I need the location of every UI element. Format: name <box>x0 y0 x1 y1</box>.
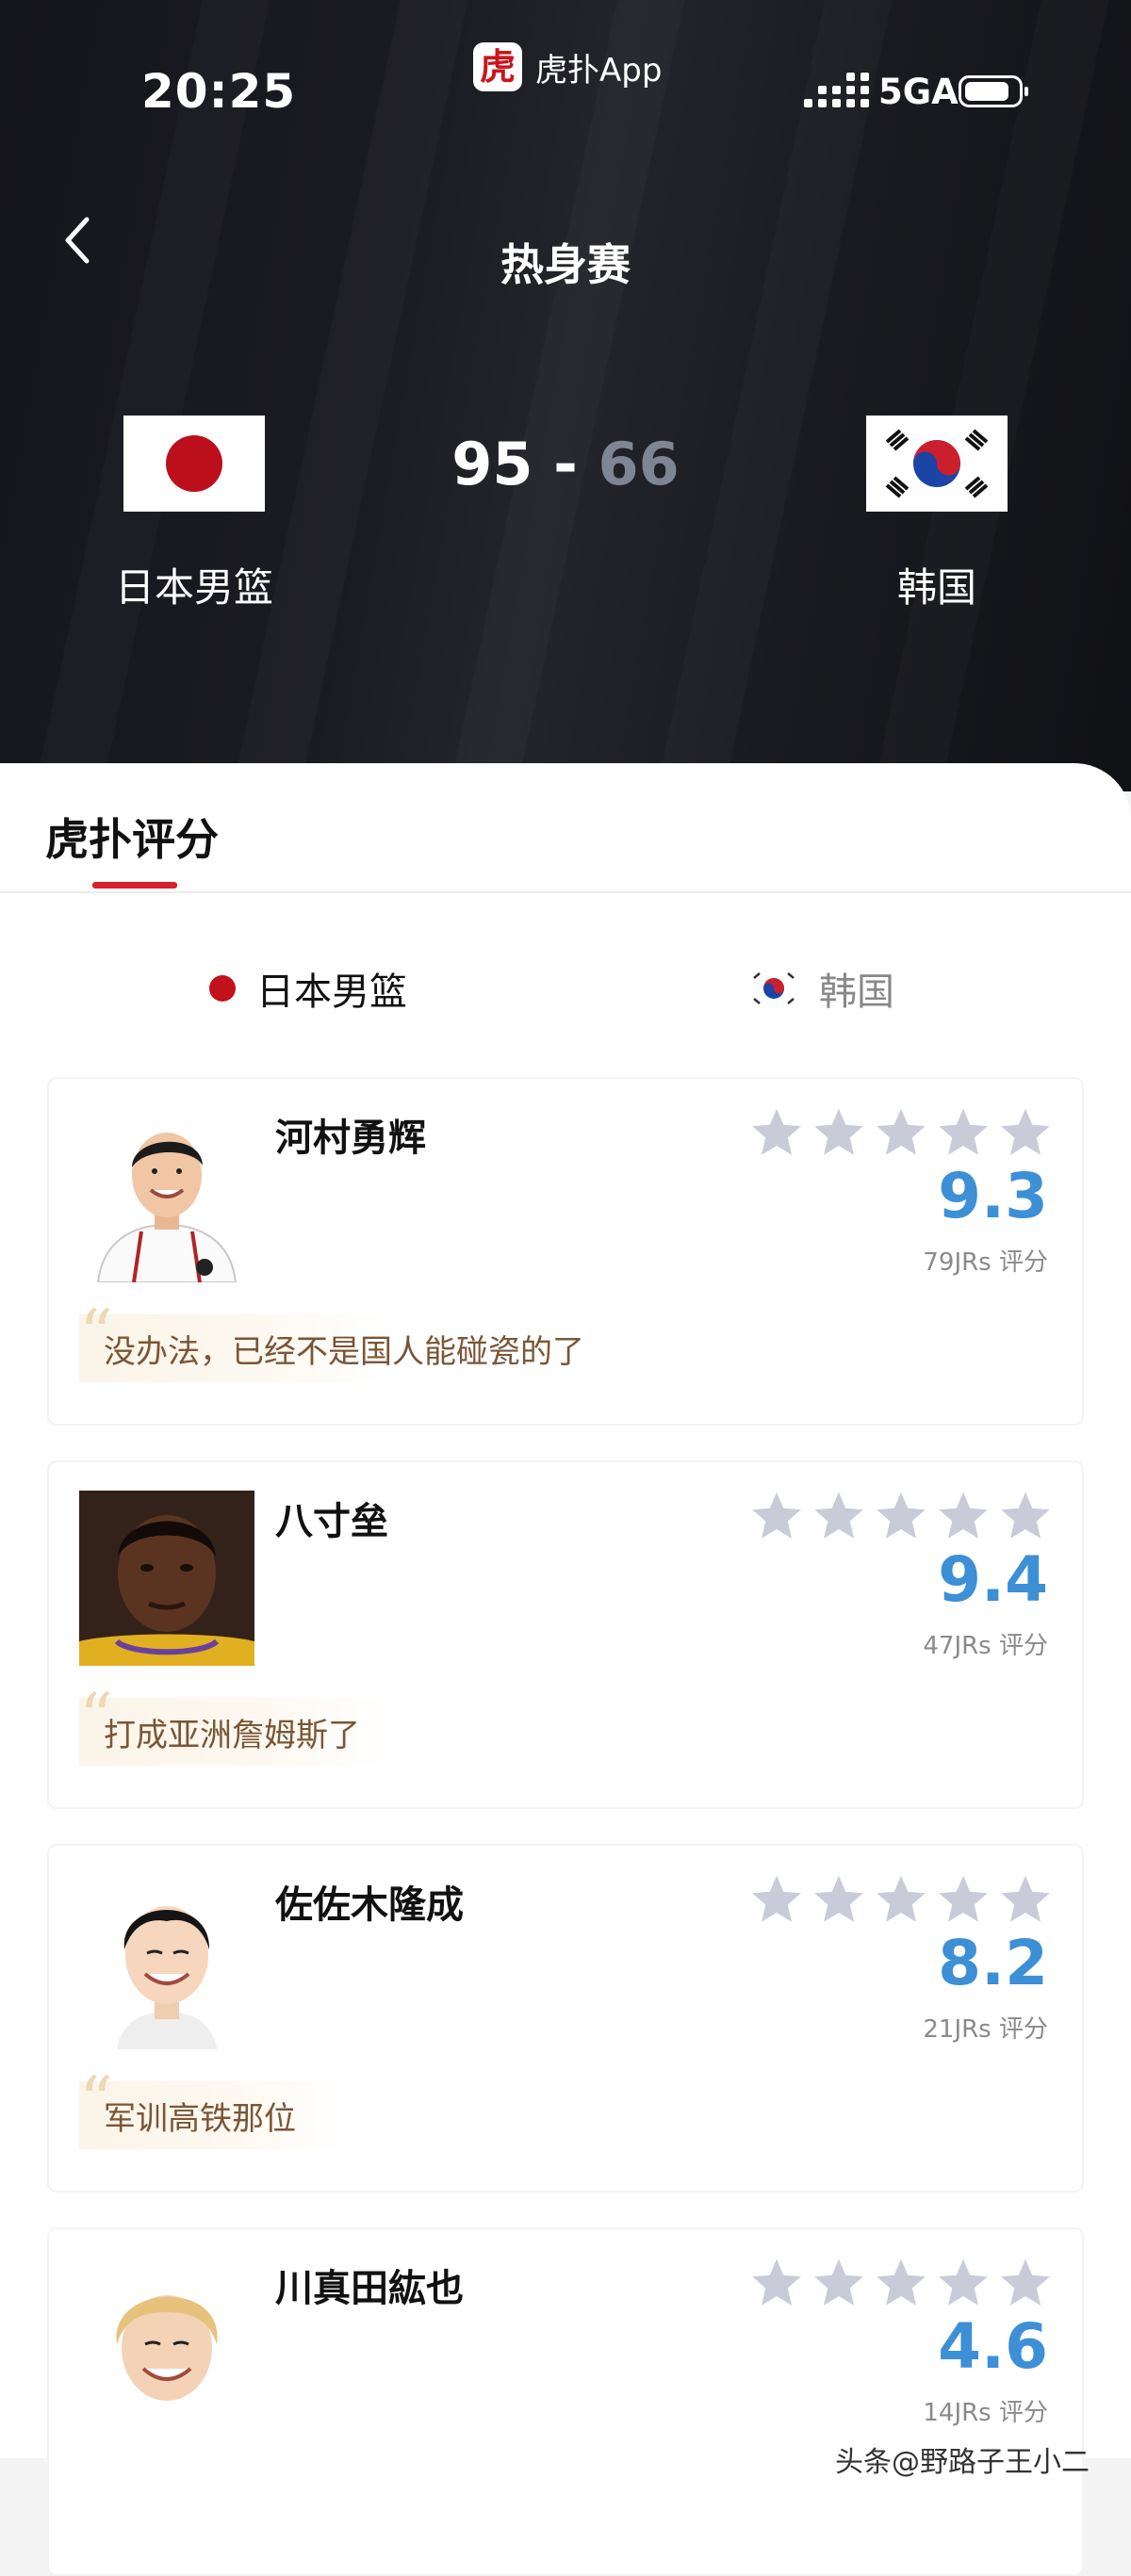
team-switch-away-label: 韩国 <box>819 970 894 1014</box>
top-comment[interactable]: “ 没办法，已经不是国人能碰瓷的了 <box>79 1301 584 1382</box>
star-icon[interactable] <box>873 1105 929 1162</box>
home-score: 95 <box>451 430 533 498</box>
rating-stars[interactable] <box>748 1489 1054 1545</box>
player-rating-card[interactable]: 佐佐木隆成 8.2 21JRs 评分 “ 军训高铁那位 <box>47 1844 1084 2193</box>
star-icon[interactable] <box>935 2256 992 2312</box>
header-decoration <box>204 0 484 791</box>
player-rating-votes: 14JRs 评分 <box>923 2399 1048 2427</box>
top-comment-text: 没办法，已经不是国人能碰瓷的了 <box>104 1333 584 1371</box>
top-comment-text: 打成亚洲詹姆斯了 <box>104 1717 360 1754</box>
star-icon[interactable] <box>997 1489 1054 1545</box>
player-avatar <box>79 2258 254 2433</box>
player-rating-votes: 79JRs 评分 <box>923 1248 1048 1277</box>
team-switch-home[interactable]: 日本男篮 <box>209 961 407 1016</box>
player-avatar <box>79 1491 254 1666</box>
rating-stars[interactable] <box>748 1105 1054 1162</box>
header-decoration <box>420 0 700 791</box>
top-comment-text: 军训高铁那位 <box>104 2100 296 2138</box>
star-icon[interactable] <box>873 1489 929 1545</box>
star-icon[interactable] <box>811 1489 867 1545</box>
star-icon[interactable] <box>935 1872 992 1929</box>
player-avatar <box>79 1107 254 1282</box>
player-rating-card[interactable]: 八寸垒 9.4 47JRs 评分 “ 打成亚洲詹姆斯了 <box>47 1460 1084 1809</box>
player-rating-score: 4.6 <box>938 2310 1048 2383</box>
star-icon[interactable] <box>873 2256 929 2312</box>
japan-dot-icon <box>209 975 236 1002</box>
network-label: 5GA <box>878 72 959 112</box>
star-icon[interactable] <box>748 1489 805 1545</box>
team-switch-away[interactable]: 韩国 <box>749 961 894 1016</box>
star-icon[interactable] <box>811 1105 867 1162</box>
top-comment[interactable]: “ 军训高铁那位 <box>79 2068 343 2149</box>
star-icon[interactable] <box>748 2256 805 2312</box>
star-icon[interactable] <box>997 2256 1054 2312</box>
player-rating-votes: 47JRs 评分 <box>923 1632 1048 1660</box>
player-rating-score: 9.3 <box>938 1160 1048 1232</box>
star-icon[interactable] <box>997 1872 1054 1929</box>
player-name: 河村勇辉 <box>275 1117 426 1160</box>
star-icon[interactable] <box>997 1105 1054 1162</box>
player-rating-score: 9.4 <box>938 1543 1048 1616</box>
tab-active-indicator <box>92 882 177 889</box>
star-icon[interactable] <box>748 1105 805 1162</box>
status-time: 20:25 <box>141 64 297 119</box>
battery-icon <box>959 75 1028 107</box>
star-icon[interactable] <box>748 1872 805 1929</box>
tab-hupu-rating[interactable]: 虎扑评分 <box>45 806 219 868</box>
match-header: 20:25 虎 虎扑App 5GA 热身赛 日本男篮 95 - 66 韩国 <box>0 0 1131 791</box>
star-icon[interactable] <box>935 1489 992 1545</box>
player-name: 川真田紘也 <box>275 2267 464 2310</box>
divider <box>0 891 1131 893</box>
header-decoration <box>844 0 1124 791</box>
player-rating-score: 8.2 <box>938 1927 1048 1999</box>
watermark: 头条@野路子王小二 <box>835 2446 1090 2479</box>
header-decoration <box>628 0 908 791</box>
rating-stars[interactable] <box>748 2256 1054 2312</box>
rating-stars[interactable] <box>748 1872 1054 1929</box>
top-comment[interactable]: “ 打成亚洲詹姆斯了 <box>79 1685 390 1766</box>
page-title: 热身赛 <box>500 239 631 290</box>
home-team-name: 日本男篮 <box>114 564 273 611</box>
player-avatar <box>79 1874 254 2049</box>
korea-dot-icon <box>753 972 795 1004</box>
star-icon[interactable] <box>873 1872 929 1929</box>
player-name: 八寸垒 <box>275 1500 388 1543</box>
star-icon[interactable] <box>811 1872 867 1929</box>
hupu-logo-icon: 虎 <box>473 42 522 91</box>
korea-flag-icon <box>866 416 1008 512</box>
player-rating-votes: 21JRs 评分 <box>923 2015 1048 2044</box>
signal-icon <box>804 73 869 107</box>
player-name: 佐佐木隆成 <box>275 1883 464 1927</box>
away-team-name: 韩国 <box>896 564 976 611</box>
away-score: 66 <box>598 430 680 498</box>
header-decoration <box>6 0 286 791</box>
player-rating-card[interactable]: 河村勇辉 9.3 79JRs 评分 “ 没办法，已经不是国人能碰瓷的了 <box>47 1077 1084 1426</box>
player-rating-card[interactable]: 川真田紘也 4.6 14JRs 评分 <box>47 2227 1084 2576</box>
team-switch-home-label: 日本男篮 <box>256 970 407 1014</box>
star-icon[interactable] <box>811 2256 867 2312</box>
app-name: 虎扑App <box>535 51 663 90</box>
score-separator: - <box>553 430 578 498</box>
star-icon[interactable] <box>935 1105 992 1162</box>
hupu-logo-char: 虎 <box>479 46 516 88</box>
app-badge: 虎 虎扑App <box>473 42 662 91</box>
ratings-sheet: 虎扑评分 日本男篮 韩国 河村勇辉 9.3 79JRs 评分 “ 没办法，已经不… <box>0 763 1131 2576</box>
